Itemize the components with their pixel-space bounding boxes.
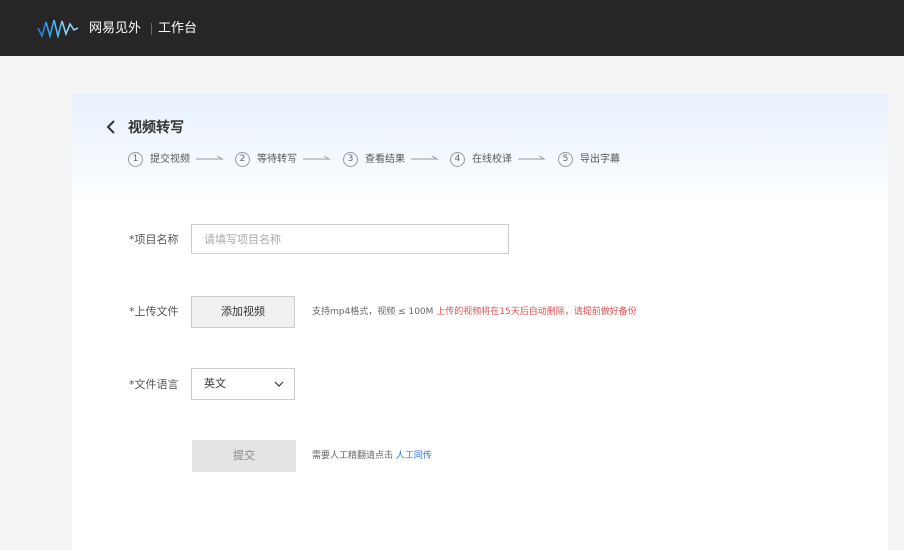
step-number: 5 bbox=[558, 152, 573, 167]
step-number: 4 bbox=[450, 152, 465, 167]
wave-logo-icon[interactable] bbox=[36, 18, 80, 38]
top-bar: 网易见外 工作台 bbox=[0, 0, 904, 56]
chevron-down-icon bbox=[274, 381, 284, 387]
file-language-label: *文件语言 bbox=[129, 378, 179, 391]
step-label: 提交视频 bbox=[150, 154, 190, 165]
upload-hint: 支持mp4格式，视频 ≤ 100M 上传的视频将在15天后自动删除，请提前做好备… bbox=[312, 305, 637, 319]
submit-button[interactable]: 提交 bbox=[192, 440, 296, 472]
step-label: 查看结果 bbox=[365, 154, 405, 165]
step-number: 1 bbox=[128, 152, 143, 167]
upload-file-label: *上传文件 bbox=[129, 305, 179, 318]
main-card: 视频转写 1 提交视频 2 等待转写 3 查看结果 4 在线校译 5 导出字幕 … bbox=[72, 94, 888, 550]
step-label: 导出字幕 bbox=[580, 154, 620, 165]
manual-translation-hint: 需要人工精翻请点击 人工同传 bbox=[312, 449, 432, 463]
card-header: 视频转写 1 提交视频 2 等待转写 3 查看结果 4 在线校译 5 导出字幕 bbox=[72, 94, 888, 204]
project-name-input[interactable] bbox=[191, 224, 509, 254]
language-value: 英文 bbox=[204, 377, 226, 390]
upload-warning: 上传的视频将在15天后自动删除，请提前做好备份 bbox=[436, 307, 637, 317]
add-video-button[interactable]: 添加视频 bbox=[191, 296, 295, 328]
header-divider bbox=[151, 23, 152, 35]
workspace-link[interactable]: 工作台 bbox=[158, 21, 197, 37]
brand-name[interactable]: 网易见外 bbox=[89, 21, 141, 37]
step-label: 等待转写 bbox=[257, 154, 297, 165]
chevron-left-icon[interactable] bbox=[105, 120, 117, 134]
page-title: 视频转写 bbox=[128, 120, 184, 136]
step-number: 2 bbox=[235, 152, 250, 167]
upload-format-hint: 支持mp4格式，视频 ≤ 100M bbox=[312, 307, 434, 317]
language-select[interactable]: 英文 bbox=[191, 368, 295, 400]
manual-hint-text: 需要人工精翻请点击 bbox=[312, 451, 394, 461]
step-label: 在线校译 bbox=[472, 154, 512, 165]
project-name-label: *项目名称 bbox=[129, 233, 179, 246]
step-number: 3 bbox=[343, 152, 358, 167]
arrow-right-icon bbox=[303, 155, 331, 160]
arrow-right-icon bbox=[196, 155, 224, 160]
arrow-right-icon bbox=[411, 155, 439, 160]
manual-translation-link[interactable]: 人工同传 bbox=[396, 451, 432, 461]
arrow-right-icon bbox=[518, 155, 546, 160]
